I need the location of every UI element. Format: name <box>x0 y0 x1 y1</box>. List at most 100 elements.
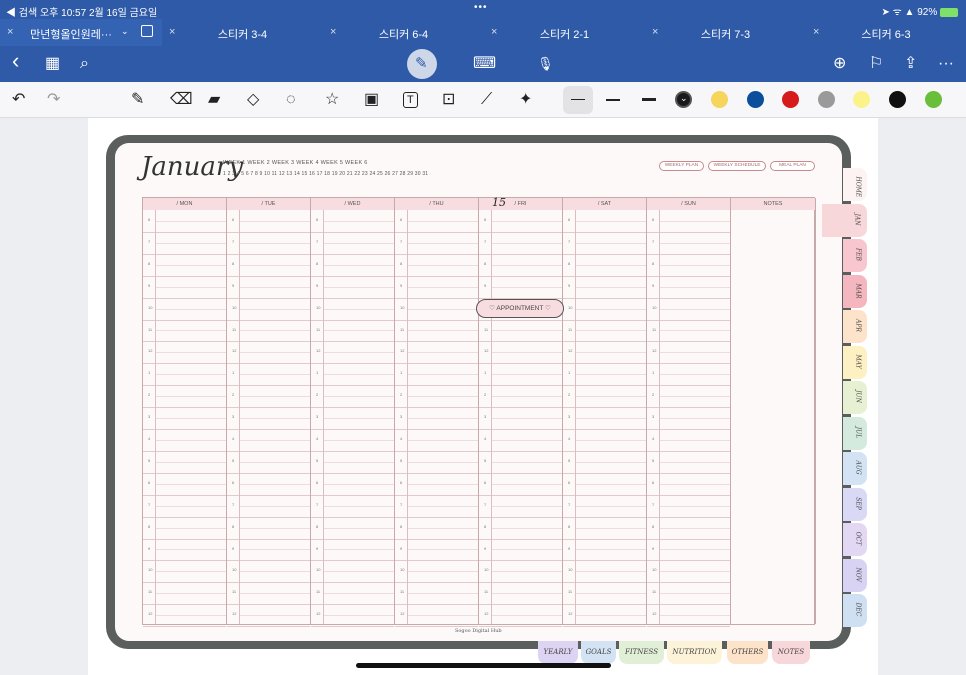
stroke-thin-button[interactable] <box>563 86 593 114</box>
half-hour-line <box>155 439 226 441</box>
tab-planner[interactable]: × 만년형올인원레··· ⌄ <box>0 19 162 46</box>
section-tab-notes[interactable]: NOTES <box>772 641 810 664</box>
grid-icon[interactable]: ▦ <box>45 54 60 74</box>
tab-sticker-6-3[interactable]: × 스티커 6-3 <box>806 19 966 46</box>
laser-pointer-icon[interactable]: ✦ <box>519 90 532 110</box>
hour-divider <box>659 210 660 624</box>
split-view-icon[interactable] <box>141 25 153 37</box>
half-hour-line <box>323 571 394 573</box>
half-hour-line <box>155 352 226 354</box>
color-swatch-blue[interactable] <box>747 91 764 108</box>
redo-icon[interactable]: ↷ <box>47 90 60 110</box>
hour-label: 4 <box>484 436 487 441</box>
half-hour-line <box>575 352 646 354</box>
scan-icon[interactable]: ⊡ <box>442 90 455 110</box>
half-hour-line <box>659 615 730 617</box>
pen-tool-icon[interactable]: ✎ <box>131 90 144 110</box>
month-tab-label: HOME <box>854 176 862 198</box>
month-tab-jul[interactable]: JUL <box>843 416 867 450</box>
color-swatch-black-selected[interactable]: ⌄ <box>675 91 692 108</box>
stroke-medium-button[interactable] <box>600 92 628 108</box>
tab-sticker-6-4[interactable]: × 스티커 6-4 <box>323 19 484 46</box>
half-hour-line <box>407 593 478 595</box>
month-tab-jan[interactable]: JAN <box>822 203 867 237</box>
chevron-down-icon[interactable]: ⌄ <box>121 26 129 37</box>
tab-sticker-3-4[interactable]: × 스티커 3-4 <box>162 19 323 46</box>
meal-plan-link[interactable]: MEAL PLAN <box>770 161 815 171</box>
home-indicator[interactable] <box>356 663 611 668</box>
lasso-icon[interactable]: ◌ <box>286 90 296 110</box>
shapes-icon[interactable]: ◇ <box>247 90 259 110</box>
hour-label: 9 <box>568 282 571 288</box>
month-tab-jun[interactable]: JUN <box>843 381 867 414</box>
color-swatch-light-yellow[interactable] <box>853 91 870 108</box>
color-swatch-green[interactable] <box>925 91 942 108</box>
half-hour-line <box>575 483 646 485</box>
weekly-schedule-link[interactable]: WEEKLY SCHEDULE <box>708 161 766 171</box>
close-icon[interactable]: × <box>7 26 13 38</box>
color-swatch-red[interactable] <box>782 91 799 108</box>
month-tab-aug[interactable]: AUG <box>843 452 867 485</box>
month-tab-apr[interactable]: APR <box>843 310 867 343</box>
weekly-plan-link[interactable]: WEEKLY PLAN <box>659 161 704 171</box>
mic-icon[interactable]: 🎙 <box>537 54 554 74</box>
half-hour-line <box>575 242 646 244</box>
pen-mode-button[interactable]: ✎ <box>407 49 437 79</box>
month-tab-may[interactable]: MAY <box>843 345 867 379</box>
highlighter-icon[interactable]: ▰ <box>208 90 220 110</box>
month-tab-feb[interactable]: FEB <box>843 239 867 272</box>
month-tab-label: MAR <box>854 283 862 298</box>
half-hour-line <box>407 242 478 244</box>
month-tab-home[interactable]: HOME <box>843 168 867 201</box>
more-icon[interactable]: ··· <box>938 54 954 74</box>
day-links[interactable]: 1 2 3 4 5 6 7 8 9 10 11 12 13 14 15 16 1… <box>223 171 428 177</box>
tab-sticker-2-1[interactable]: × 스티커 2-1 <box>484 19 645 46</box>
half-hour-line <box>575 374 646 376</box>
month-tab-dec[interactable]: DEC <box>843 594 867 627</box>
section-tab-nutrition[interactable]: NUTRITION <box>667 641 722 664</box>
weekly-time-grid[interactable]: / MON 6 7 8 9 10 11 12 1 2 3 4 5 6 7 8 9 10 11 12/ TUE 6 7 8 9 1… <box>142 197 816 628</box>
hour-label: 12 <box>232 348 237 354</box>
hour-label: 9 <box>232 545 235 551</box>
image-icon[interactable]: ▣ <box>364 90 379 110</box>
search-icon[interactable]: ⌕ <box>80 54 89 74</box>
hour-label: 9 <box>484 282 487 288</box>
textbox-icon[interactable]: T <box>403 92 418 108</box>
eraser-icon[interactable]: ⌫ <box>170 90 193 110</box>
hour-label: 8 <box>484 523 487 529</box>
share-icon[interactable]: ⇪ <box>904 54 917 74</box>
ruler-icon[interactable]: ⟋ <box>481 90 492 110</box>
month-tab-mar[interactable]: MAR <box>843 274 867 308</box>
section-tab-others[interactable]: OTHERS <box>727 641 768 664</box>
half-hour-line <box>239 286 310 288</box>
section-tab-fitness[interactable]: FITNESS <box>619 641 664 664</box>
notes-column[interactable] <box>731 210 816 624</box>
color-swatch-gray[interactable] <box>818 91 835 108</box>
month-tab-sep[interactable]: SEP <box>843 487 867 521</box>
multitask-dots[interactable]: ••• <box>474 2 488 13</box>
half-hour-line <box>491 396 562 398</box>
half-hour-line <box>575 308 646 310</box>
section-tab-goals[interactable]: GOALS <box>581 641 616 664</box>
tab-sticker-7-3[interactable]: × 스티커 7-3 <box>645 19 806 46</box>
color-swatch-yellow[interactable] <box>711 91 728 108</box>
month-tab-oct[interactable]: OCT <box>843 523 867 556</box>
week-links[interactable]: WEEK 1 WEEK 2 WEEK 3 WEEK 4 WEEK 5 WEEK … <box>223 160 368 166</box>
keyboard-icon[interactable]: ⌨ <box>473 54 496 74</box>
stroke-thick-button[interactable] <box>636 92 664 108</box>
back-icon[interactable]: ‹ <box>12 50 19 72</box>
half-hour-line <box>491 286 562 288</box>
section-tab-yearly[interactable]: YEARLY <box>538 641 578 664</box>
column-header: / WED <box>311 198 395 210</box>
color-swatch-black[interactable] <box>889 91 906 108</box>
half-hour-line <box>491 220 562 222</box>
appointment-sticker[interactable]: ♡ APPOINTMENT ♡ <box>476 299 564 318</box>
undo-icon[interactable]: ↶ <box>12 90 25 110</box>
hour-label: 6 <box>316 479 319 485</box>
month-tab-nov[interactable]: NOV <box>843 558 867 592</box>
add-page-icon[interactable]: ⊕ <box>833 54 846 74</box>
hour-label: 9 <box>652 545 655 551</box>
sticker-icon[interactable]: ☆ <box>325 90 339 110</box>
hour-label: 10 <box>400 567 405 573</box>
bookmark-icon[interactable]: ⚐ <box>869 54 883 74</box>
